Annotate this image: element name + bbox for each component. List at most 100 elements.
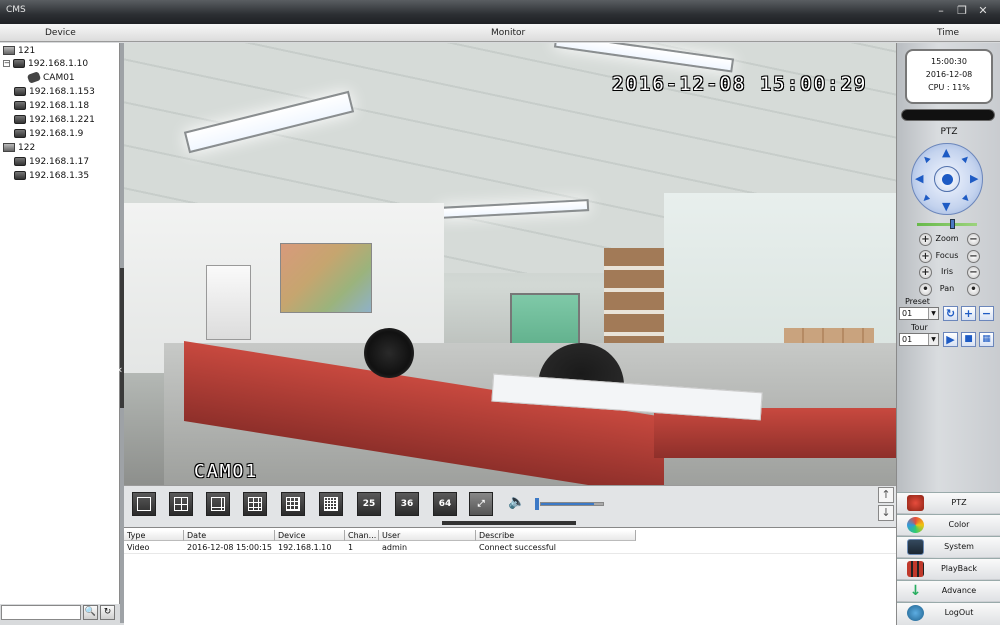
pan-up-icon[interactable]: ▲ [942, 146, 950, 159]
pan-up-left-icon[interactable]: ▲ [921, 153, 932, 164]
tree-label: 192.168.1.18 [29, 101, 90, 111]
menu-logout-button[interactable]: LogOut [897, 602, 1000, 625]
clock-time: 15:00:30 [931, 57, 967, 66]
system-icon [907, 539, 924, 555]
layout-4-button[interactable] [169, 492, 193, 516]
zoom-row: + Zoom − [897, 233, 1000, 247]
fullscreen-button[interactable]: ⤢ [469, 492, 493, 516]
ptz-speed-handle[interactable] [950, 219, 955, 229]
tree-device-192-168-1-17[interactable]: 192.168.1.17 [14, 156, 89, 169]
collapse-toggle-icon[interactable]: − [3, 60, 10, 67]
layout-1-button[interactable] [132, 492, 156, 516]
layout-9-button[interactable] [243, 492, 267, 516]
menu-advance-button[interactable]: ↓ Advance [897, 580, 1000, 601]
scroll-down-icon[interactable]: ↓ [878, 505, 894, 521]
table-row[interactable]: Video 2016-12-08 15:00:15 192.168.1.10 1… [124, 542, 896, 554]
menu-color-button[interactable]: Color [897, 514, 1000, 535]
playback-icon [907, 561, 924, 577]
minimize-button[interactable]: – [934, 4, 948, 18]
menu-ptz-button[interactable]: PTZ [897, 492, 1000, 513]
preset-remove-button[interactable]: − [979, 306, 994, 321]
chevron-down-icon: ▼ [928, 334, 938, 345]
focus-out-button[interactable]: − [967, 250, 980, 263]
device-search-input[interactable] [1, 605, 81, 620]
search-button[interactable]: 🔍 [83, 605, 98, 620]
close-button[interactable]: ✕ [976, 4, 990, 18]
pan-left-icon[interactable]: ◀ [915, 172, 923, 185]
log-cell: Video [127, 543, 150, 552]
menu-system-button[interactable]: System [897, 536, 1000, 557]
tree-device-192-168-1-153[interactable]: 192.168.1.153 [14, 86, 95, 99]
tree-group-121[interactable]: 121 [3, 45, 35, 58]
menu-playback-button[interactable]: PlayBack [897, 558, 1000, 579]
pan-right-icon[interactable]: ▶ [970, 172, 978, 185]
dvr-icon [14, 129, 26, 138]
log-resize-handle[interactable] [442, 521, 576, 525]
pan-up-right-icon[interactable]: ▲ [961, 153, 972, 164]
ptz-speed-slider[interactable] [917, 223, 977, 226]
tour-stop-button[interactable]: ■ [961, 332, 976, 347]
device-tree: 121 − 192.168.1.10 CAM01 192.168.1.153 19… [0, 43, 120, 604]
pan-down-icon[interactable]: ▼ [942, 200, 950, 213]
preset-select[interactable]: 01 ▼ [899, 307, 939, 320]
layout-36-button[interactable]: 36 [395, 492, 419, 516]
menu-label: PlayBack [940, 564, 978, 573]
clock-display: 15:00:30 2016-12-08 CPU : 11% [905, 49, 993, 104]
pan-down-right-icon[interactable]: ▼ [961, 193, 972, 204]
ptz-center-button[interactable] [934, 166, 960, 192]
log-col-device[interactable]: Device [275, 530, 345, 541]
layout-64-button[interactable]: 64 [433, 492, 457, 516]
tour-select[interactable]: 01 ▼ [899, 333, 939, 346]
layout-25-button[interactable]: 25 [357, 492, 381, 516]
volume-slider[interactable] [540, 502, 604, 506]
zoom-label: Zoom [935, 234, 959, 243]
event-log: Type Date Device Chan... User Describe V… [124, 527, 896, 625]
pan-down-left-icon[interactable]: ▼ [921, 193, 932, 204]
zoom-out-button[interactable]: − [967, 233, 980, 246]
window-title: CMS [6, 5, 26, 15]
mute-icon[interactable]: 🔈 [508, 494, 528, 514]
layout-16b-button[interactable] [319, 492, 343, 516]
tour-grid-button[interactable]: ▦ [979, 332, 994, 347]
volume-handle[interactable] [535, 498, 539, 510]
preset-add-button[interactable]: + [961, 306, 976, 321]
log-col-describe[interactable]: Describe [476, 530, 636, 541]
log-col-user[interactable]: User [379, 530, 476, 541]
tree-device-192-168-1-221[interactable]: 192.168.1.221 [14, 114, 95, 127]
restore-button[interactable]: ❐ [955, 4, 969, 18]
video-feed[interactable]: 2016-12-08 15:00:29 CAMO1 [124, 43, 896, 485]
camera-icon [26, 71, 42, 84]
tree-device-192-168-1-10[interactable]: − 192.168.1.10 [3, 58, 88, 71]
log-col-channel[interactable]: Chan... [345, 530, 379, 541]
tree-label: 122 [18, 143, 36, 153]
tree-camera-cam01[interactable]: CAM01 [26, 71, 75, 85]
nine-view-icon [248, 497, 262, 511]
air-conditioner [206, 265, 251, 340]
ptz-icon [907, 495, 924, 511]
layout-6-button[interactable] [206, 492, 230, 516]
preset-call-button[interactable]: ↻ [943, 306, 958, 321]
log-col-type[interactable]: Type [124, 530, 184, 541]
tree-device-192-168-1-35[interactable]: 192.168.1.35 [14, 170, 89, 183]
group-icon [3, 143, 15, 152]
tour-label: Tour [911, 323, 928, 332]
video-toolbar: 25 36 64 ⤢ 🔈 ↑ ↓ [124, 485, 896, 527]
refresh-button[interactable]: ↻ [100, 605, 115, 620]
ptz-dpad[interactable]: ▲ ▼ ◀ ▶ ▲ ▲ ▼ ▼ [911, 143, 983, 215]
log-col-date[interactable]: Date [184, 530, 275, 541]
wall-map [280, 243, 372, 313]
osd-channel: CAMO1 [194, 461, 259, 482]
collapse-left-icon[interactable]: ‹ [118, 363, 122, 376]
scroll-up-icon[interactable]: ↑ [878, 487, 894, 503]
quad-view-icon [174, 497, 188, 511]
tree-device-192-168-1-18[interactable]: 192.168.1.18 [14, 100, 89, 113]
tour-play-button[interactable]: ▶ [943, 332, 958, 347]
pan-label: Pan [939, 284, 955, 293]
pan-stop-button[interactable]: • [967, 283, 980, 296]
layout-16-button[interactable] [281, 492, 305, 516]
iris-close-button[interactable]: − [967, 266, 980, 279]
tree-device-192-168-1-9[interactable]: 192.168.1.9 [14, 128, 83, 141]
log-cell: Connect successful [479, 543, 557, 552]
tree-group-122[interactable]: 122 [3, 142, 35, 155]
focus-label: Focus [935, 251, 959, 260]
